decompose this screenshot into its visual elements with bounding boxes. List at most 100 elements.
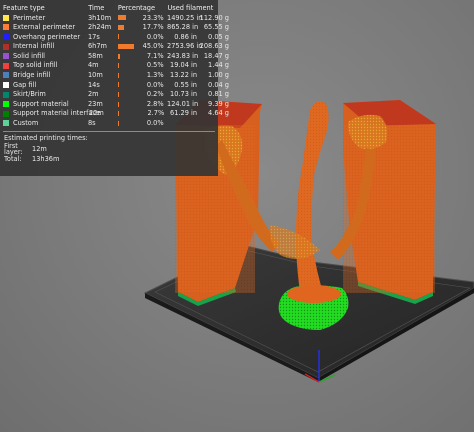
percentage-text: 7.1% [146, 51, 164, 60]
feature-color-swatch [3, 43, 9, 50]
legend-rows: Perimeter 3h10m 23.3% 1490.25 in112.90 g Ext… [3, 13, 229, 129]
feature-percentage-cell: 1.3% [117, 72, 167, 79]
percentage-bar [117, 92, 119, 98]
legend-row[interactable]: Solid infill 58m 7.1% 243.83 in 18.47 g [3, 51, 229, 61]
feature-name-cell: Custom [3, 120, 88, 127]
feature-time: 2m [87, 90, 99, 99]
percentage-bar-track [117, 53, 138, 59]
feature-name: Gap fill [13, 80, 37, 89]
first-layer-row: First layer: 12m [3, 143, 215, 156]
feature-name: Overhang perimeter [13, 32, 81, 41]
percentage-text: 0.0% [146, 80, 164, 89]
feature-filament-cell: 19.04 in 1.44 g [167, 61, 229, 70]
feature-name-cell: Overhang perimeter [3, 34, 88, 41]
feature-name: Skirt/Brim [13, 90, 46, 99]
feature-time: 4m [87, 61, 99, 70]
percentage-bar [117, 101, 119, 107]
percentage-bar-track [117, 82, 138, 88]
3d-preview-viewport[interactable]: Feature type Time Percentage Used filame… [0, 0, 474, 432]
feature-time: 6h7m [87, 42, 107, 51]
feature-color-swatch [3, 14, 9, 21]
gcode-legend-panel: Feature type Time Percentage Used filame… [0, 0, 229, 176]
percentage-bar [117, 72, 119, 78]
feature-color-swatch [3, 91, 9, 98]
used-filament-header: Used filament [167, 3, 214, 12]
legend-row[interactable]: Support material 23m 2.8% 124.01 in 9.39 g [3, 99, 229, 109]
feature-name: Top solid infill [13, 61, 58, 70]
feature-percentage-cell: 23.3% [117, 13, 167, 22]
percentage-text: 23.3% [142, 13, 164, 22]
feature-name-cell: Skirt/Brim [3, 91, 88, 98]
filament-weight: 65.55 g [203, 23, 229, 32]
percentage-bar [117, 82, 119, 88]
legend-header-row: Feature type Time Percentage Used filame… [3, 3, 215, 13]
feature-percentage-cell: 0.0% [117, 119, 167, 128]
filament-length: 243.83 in [167, 51, 199, 60]
total-time-row: Total: 13h36m [3, 154, 215, 164]
percentage-text: 2.7% [147, 109, 165, 118]
filament-length: 2753.96 in [167, 42, 203, 51]
feature-color-swatch [3, 81, 9, 88]
percentage-text: 0.0% [146, 119, 164, 128]
feature-name: Solid infill [13, 51, 45, 60]
feature-name-cell: Top solid infill [3, 62, 88, 69]
feature-name-cell: Perimeter [3, 14, 88, 22]
estimated-times-title: Estimated printing times: [4, 134, 88, 143]
feature-name: Support material interface [13, 109, 101, 118]
first-layer-value: 12m [32, 145, 47, 154]
filament-length: 13.22 in [170, 71, 197, 80]
legend-row[interactable]: Internal infill 6h7m 45.0% 2753.96 in208.63… [3, 42, 229, 52]
legend-row[interactable]: Gap fill 14s 0.0% 0.55 in 0.04 g [3, 80, 229, 90]
filament-length: 19.04 in [170, 61, 197, 70]
legend-row[interactable]: External perimeter 2h24m 17.7% 865.28 in 65.… [3, 23, 229, 33]
percentage-bar [118, 111, 120, 117]
legend-row[interactable]: Support material interface 22m 2.7% 61.29 i… [3, 109, 229, 119]
filament-weight: 0.81 g [208, 90, 229, 99]
filament-length: 865.28 in [167, 23, 199, 32]
feature-name-cell: Support material [3, 101, 88, 108]
legend-row[interactable]: Overhang perimeter 17s 0.0% 0.86 in 0.05 g [3, 32, 229, 42]
percentage-bar-track [117, 24, 138, 30]
feature-percentage-cell: 0.2% [117, 91, 167, 98]
feature-color-swatch [3, 101, 9, 108]
feature-filament-cell: 10.73 in 0.81 g [167, 91, 229, 98]
filament-weight: 18.47 g [203, 51, 229, 60]
feature-time: 3h10m [87, 13, 112, 22]
feature-name-cell: Internal infill [3, 43, 88, 50]
percentage-text: 0.5% [146, 61, 164, 70]
feature-color-swatch [3, 53, 9, 60]
legend-row[interactable]: Skirt/Brim 2m 0.2% 10.73 in 0.81 g [3, 90, 229, 100]
filament-weight: 4.64 g [208, 109, 229, 118]
legend-row[interactable]: Custom 8s 0.0% [3, 119, 215, 129]
feature-filament-cell: 865.28 in 65.55 g [167, 23, 229, 32]
feature-time: 23m [87, 99, 103, 108]
feature-filament-cell: 243.83 in 18.47 g [167, 51, 229, 60]
feature-color-swatch [3, 24, 9, 31]
feature-time: 14s [87, 80, 100, 89]
feature-name: External perimeter [13, 23, 76, 32]
total-label: Total: [4, 154, 22, 163]
percentage-bar-track [117, 72, 138, 78]
feature-name-cell: Solid infill [3, 53, 88, 60]
feature-percentage-cell: 0.0% [117, 34, 167, 41]
feature-color-swatch [3, 72, 9, 79]
legend-row[interactable]: Bridge infill 10m 1.3% 13.22 in 1.00 g [3, 71, 229, 81]
filament-weight: 9.39 g [208, 99, 229, 108]
percentage-header: Percentage [117, 3, 156, 12]
feature-time: 8s [87, 119, 96, 128]
mold-right-block [330, 100, 436, 304]
total-value: 13h36m [32, 154, 60, 163]
feature-percentage-cell: 2.7% [118, 110, 167, 117]
legend-row[interactable]: Perimeter 3h10m 23.3% 1490.25 in112.90 g [3, 13, 229, 23]
feature-type-header: Feature type [3, 3, 45, 12]
percentage-bar [117, 53, 121, 59]
filament-length: 1490.25 in [167, 13, 203, 22]
feature-percentage-cell: 7.1% [117, 51, 167, 60]
filament-weight: 1.44 g [208, 61, 229, 70]
feature-filament-cell: 0.86 in 0.05 g [167, 34, 229, 41]
percentage-bar-track [117, 15, 138, 21]
percentage-bar-track [117, 101, 138, 107]
legend-row[interactable]: Top solid infill 4m 0.5% 19.04 in 1.44 g [3, 61, 229, 71]
filament-length: 61.29 in [170, 109, 197, 118]
percentage-bar-track [117, 44, 138, 50]
